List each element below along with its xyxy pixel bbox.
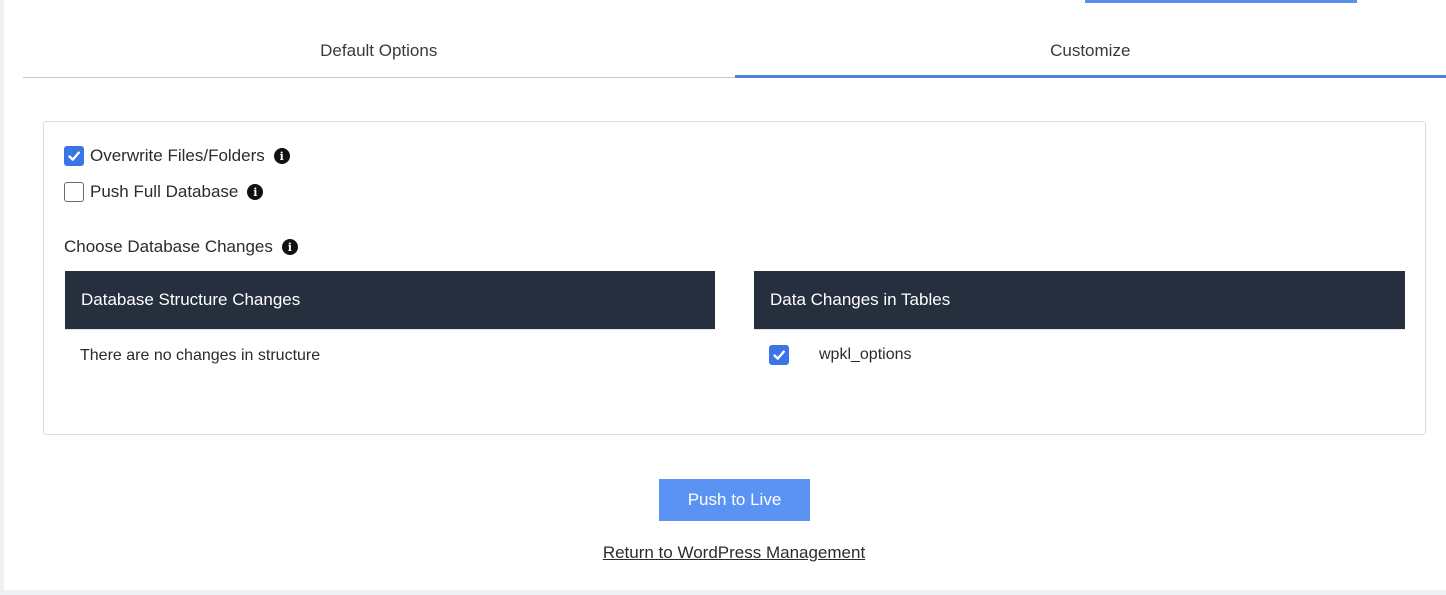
choose-database-changes-heading: Choose Database Changes i [64, 237, 298, 257]
info-icon[interactable]: i [247, 184, 264, 200]
data-table-divider [754, 329, 1405, 330]
overwrite-files-label: Overwrite Files/Folders [90, 146, 265, 165]
table-name: wpkl_options [819, 346, 912, 363]
structure-table-divider [65, 329, 715, 330]
push-full-database-label: Push Full Database [90, 182, 239, 201]
table-checkbox[interactable] [769, 345, 789, 365]
choose-database-changes-label: Choose Database Changes [64, 237, 273, 256]
table-row[interactable]: wpkl_options [769, 345, 912, 365]
options-tabs: Default Options Customize [23, 28, 1446, 78]
checkmark-icon [773, 350, 785, 360]
no-structure-changes-text: There are no changes in structure [80, 347, 321, 364]
tab-customize[interactable]: Customize [734, 28, 1446, 78]
return-to-wordpress-link[interactable]: Return to WordPress Management [4, 543, 1446, 563]
data-changes-header: Data Changes in Tables [754, 271, 1405, 329]
main-card: Default Options Customize Overwrite File… [4, 0, 1446, 590]
overwrite-files-checkbox[interactable] [64, 146, 84, 166]
top-accent-bar [1085, 0, 1357, 3]
info-icon[interactable]: i [273, 148, 290, 164]
tab-default-options[interactable]: Default Options [23, 28, 735, 78]
customize-panel: Overwrite Files/Folders i Push Full Data… [43, 121, 1426, 435]
push-full-database-option[interactable]: Push Full Database i [64, 182, 264, 202]
push-to-live-button[interactable]: Push to Live [659, 479, 810, 521]
info-icon[interactable]: i [281, 239, 298, 255]
push-full-database-checkbox[interactable] [64, 182, 84, 202]
structure-changes-header: Database Structure Changes [65, 271, 715, 329]
overwrite-files-option[interactable]: Overwrite Files/Folders i [64, 146, 290, 166]
checkmark-icon [68, 151, 80, 161]
